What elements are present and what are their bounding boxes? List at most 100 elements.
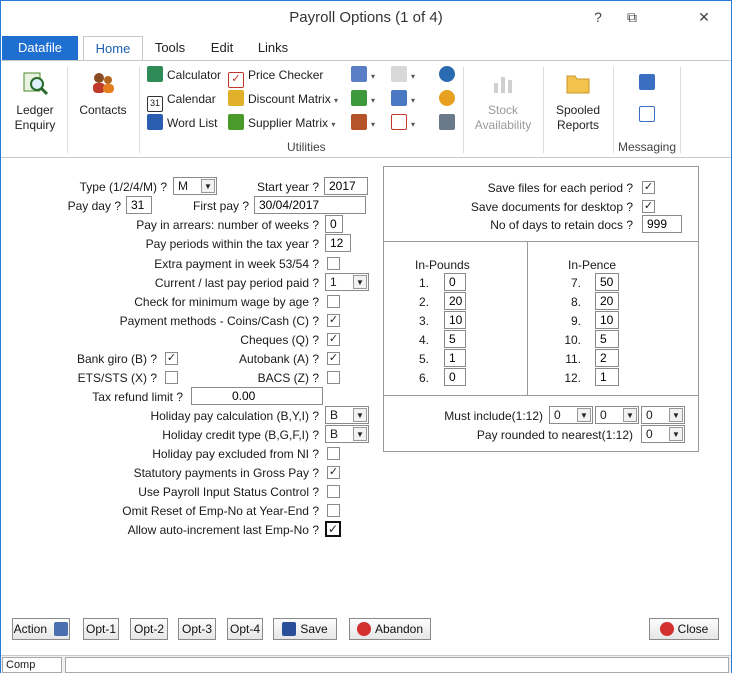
- globe-icon: [439, 66, 455, 82]
- ets-sts-checkbox[interactable]: [165, 371, 178, 384]
- chevron-down-icon[interactable]: ▼: [623, 408, 637, 422]
- tab-home[interactable]: Home: [83, 36, 143, 61]
- books-button[interactable]: ▾: [351, 113, 375, 133]
- pound-field[interactable]: 5: [444, 330, 466, 348]
- type-select[interactable]: M ▼: [173, 177, 217, 195]
- action-button[interactable]: Action: [12, 618, 70, 640]
- eraser-button[interactable]: ▾: [391, 65, 415, 85]
- open-message-button[interactable]: [639, 105, 659, 125]
- holiday-credit-select[interactable]: B ▼: [325, 425, 369, 443]
- chevron-down-icon[interactable]: ▼: [353, 275, 367, 289]
- currency-button[interactable]: [439, 89, 459, 109]
- arrears-field[interactable]: 0: [325, 215, 343, 233]
- contact-card-dropdown-icon[interactable]: ▾: [371, 72, 375, 81]
- price-checker-button[interactable]: ✓ Price Checker: [228, 65, 323, 88]
- in-pence-header: In-Pence: [568, 258, 617, 272]
- settings-button[interactable]: [439, 113, 459, 133]
- word-list-button[interactable]: Word List: [147, 113, 217, 133]
- spooled-reports-button[interactable]: Spooled Reports: [549, 69, 607, 133]
- chevron-down-icon[interactable]: ▼: [669, 427, 683, 441]
- restore-button[interactable]: ⧉: [621, 7, 643, 27]
- cheques-checkbox[interactable]: ✓: [327, 333, 340, 346]
- add-record-dropdown-icon[interactable]: ▾: [371, 96, 375, 105]
- pence-field[interactable]: 2: [595, 349, 619, 367]
- holiday-excluded-checkbox[interactable]: [327, 447, 340, 460]
- opt-3-button[interactable]: Opt-3: [178, 618, 216, 640]
- supplier-matrix-dropdown-icon[interactable]: ▾: [331, 120, 335, 129]
- discount-matrix-icon: [228, 90, 244, 106]
- web-button[interactable]: [439, 65, 459, 85]
- close-window-button[interactable]: ✕: [693, 7, 715, 27]
- input-status-checkbox[interactable]: [327, 485, 340, 498]
- open-mail-icon: [639, 106, 655, 122]
- pence-field[interactable]: 10: [595, 311, 619, 329]
- opt-1-button[interactable]: Opt-1: [83, 618, 119, 640]
- form-dropdown-icon[interactable]: ▾: [411, 96, 415, 105]
- chevron-down-icon[interactable]: ▼: [201, 179, 215, 193]
- autobank-checkbox[interactable]: ✓: [327, 352, 340, 365]
- chevron-down-icon[interactable]: ▼: [353, 427, 367, 441]
- tab-tools[interactable]: Tools: [147, 36, 193, 61]
- close-button[interactable]: Close: [649, 618, 719, 640]
- bank-giro-checkbox[interactable]: ✓: [165, 352, 178, 365]
- holiday-calc-select[interactable]: B ▼: [325, 406, 369, 424]
- chevron-down-icon[interactable]: ▼: [669, 408, 683, 422]
- checklist-button[interactable]: ▾: [391, 113, 415, 133]
- first-pay-field[interactable]: 30/04/2017: [254, 196, 366, 214]
- pound-field[interactable]: 10: [444, 311, 466, 329]
- discount-matrix-dropdown-icon[interactable]: ▾: [334, 96, 338, 105]
- statutory-checkbox[interactable]: ✓: [327, 466, 340, 479]
- ledger-enquiry-button[interactable]: Ledger Enquiry: [7, 69, 63, 133]
- must-include-select-3[interactable]: 0 ▼: [641, 406, 685, 424]
- pence-field[interactable]: 1: [595, 368, 619, 386]
- rounded-select[interactable]: 0 ▼: [641, 425, 685, 443]
- calculator-icon: [147, 66, 163, 82]
- supplier-matrix-button[interactable]: Supplier Matrix ▾: [228, 113, 335, 133]
- chevron-down-icon[interactable]: ▼: [577, 408, 591, 422]
- pay-day-field[interactable]: 31: [126, 196, 152, 214]
- add-record-button[interactable]: ▾: [351, 89, 375, 109]
- save-button[interactable]: Save: [273, 618, 337, 640]
- pence-field[interactable]: 5: [595, 330, 619, 348]
- min-wage-checkbox[interactable]: [327, 295, 340, 308]
- pound-field[interactable]: 20: [444, 292, 466, 310]
- tax-refund-field[interactable]: 0.00: [191, 387, 323, 405]
- stock-availability-button[interactable]: Stock Availability: [467, 69, 539, 133]
- contacts-button[interactable]: Contacts: [73, 69, 133, 118]
- checklist-dropdown-icon[interactable]: ▾: [411, 120, 415, 129]
- send-message-button[interactable]: [639, 73, 659, 93]
- pound-field[interactable]: 1: [444, 349, 466, 367]
- abandon-button[interactable]: Abandon: [349, 618, 431, 640]
- pound-field[interactable]: 0: [444, 273, 466, 291]
- retain-docs-field[interactable]: 999: [642, 215, 682, 233]
- discount-matrix-button[interactable]: Discount Matrix ▾: [228, 89, 338, 109]
- save-desktop-checkbox[interactable]: ✓: [642, 200, 655, 213]
- tab-links[interactable]: Links: [251, 36, 295, 61]
- books-dropdown-icon[interactable]: ▾: [371, 120, 375, 129]
- pence-field[interactable]: 20: [595, 292, 619, 310]
- current-period-select[interactable]: 1 ▼: [325, 273, 369, 291]
- opt-2-button[interactable]: Opt-2: [130, 618, 168, 640]
- contact-card-button[interactable]: ▾: [351, 65, 375, 85]
- periods-field[interactable]: 12: [325, 234, 351, 252]
- calendar-button[interactable]: 31 Calendar: [147, 89, 216, 112]
- coins-cash-checkbox[interactable]: ✓: [327, 314, 340, 327]
- eraser-dropdown-icon[interactable]: ▾: [411, 72, 415, 81]
- tab-edit[interactable]: Edit: [199, 36, 245, 61]
- extra-payment-checkbox[interactable]: [327, 257, 340, 270]
- pence-field[interactable]: 50: [595, 273, 619, 291]
- pound-field[interactable]: 0: [444, 368, 466, 386]
- auto-increment-checkbox[interactable]: ✓: [325, 521, 341, 537]
- calculator-button[interactable]: Calculator: [147, 65, 221, 85]
- tab-datafile[interactable]: Datafile: [2, 36, 78, 61]
- start-year-field[interactable]: 2017: [324, 177, 368, 195]
- chevron-down-icon[interactable]: ▼: [353, 408, 367, 422]
- must-include-select-1[interactable]: 0 ▼: [549, 406, 593, 424]
- form-button[interactable]: ▾: [391, 89, 415, 109]
- save-files-checkbox[interactable]: ✓: [642, 181, 655, 194]
- omit-reset-checkbox[interactable]: [327, 504, 340, 517]
- bacs-checkbox[interactable]: [327, 371, 340, 384]
- opt-4-button[interactable]: Opt-4: [227, 618, 263, 640]
- help-button[interactable]: ?: [587, 7, 609, 27]
- must-include-select-2[interactable]: 0 ▼: [595, 406, 639, 424]
